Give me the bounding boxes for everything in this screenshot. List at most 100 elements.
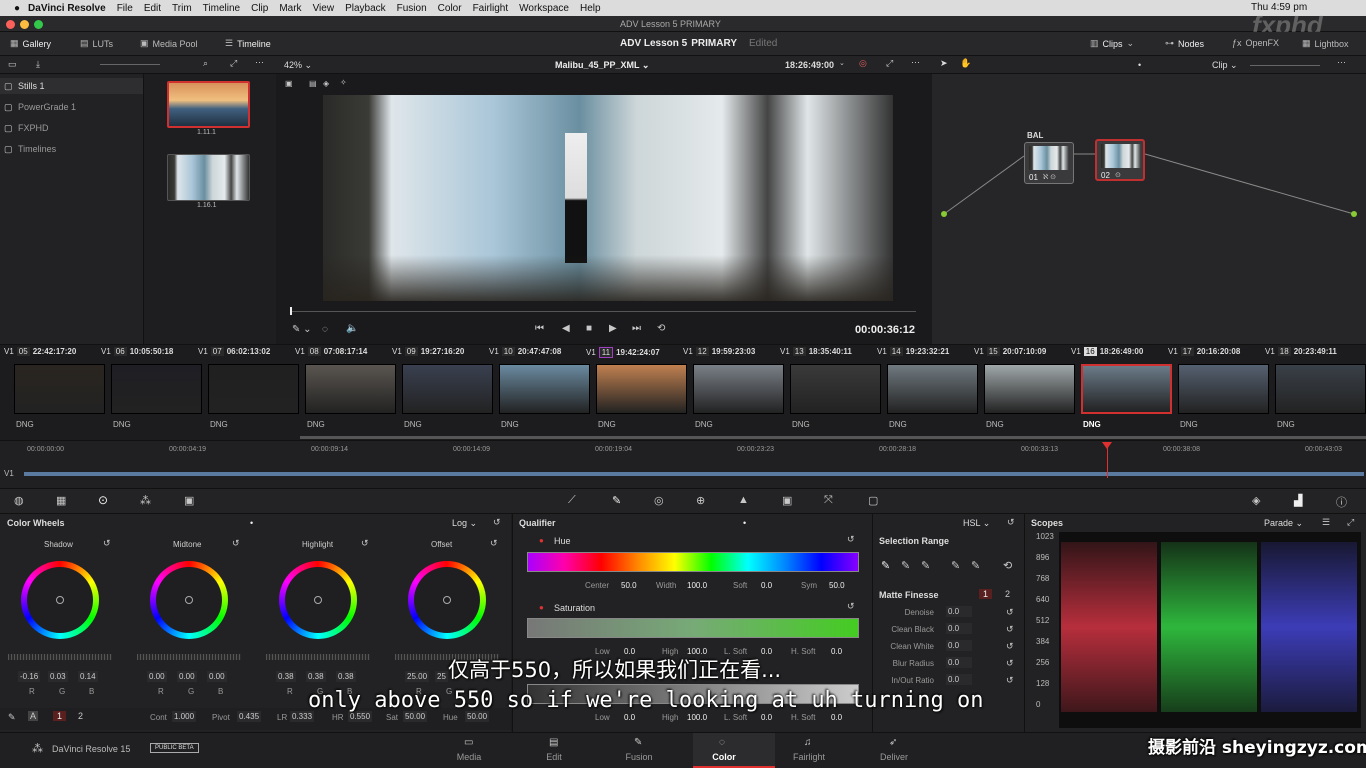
matte-param-value[interactable]: 0.0 [946, 606, 972, 617]
menu-timeline[interactable]: Timeline [203, 3, 240, 14]
album-item-powergrade[interactable]: ▢ PowerGrade 1 [0, 100, 143, 116]
fullscreen-icon[interactable]: ⤢ [230, 58, 237, 69]
menu-color[interactable]: Color [438, 3, 462, 14]
clips-button[interactable]: ▥ Clips ⌄ [1090, 38, 1134, 49]
reset-param-icon[interactable]: ↺ [1006, 624, 1014, 635]
contrast-value[interactable]: 1.000 [172, 711, 197, 722]
sym-value[interactable]: 50.0 [829, 581, 845, 590]
info-icon[interactable]: ⓘ [1336, 494, 1347, 510]
luts-button[interactable]: ▤ LUTs [80, 38, 113, 49]
pivot-value[interactable]: 0.435 [237, 711, 262, 722]
viewer-mode-icon[interactable]: ▣ [285, 79, 293, 88]
reset-wheel-icon[interactable]: ↺ [103, 538, 111, 549]
nodes-button[interactable]: ⊶ Nodes [1165, 38, 1204, 49]
wheel-value[interactable]: 0.00 [177, 671, 197, 682]
media-pool-button[interactable]: ▣ Media Pool [140, 38, 198, 49]
reset-param-icon[interactable]: ↺ [1006, 675, 1014, 686]
play-reverse-icon[interactable]: ◀ [562, 323, 570, 334]
grab-still-icon[interactable]: ⤓ [36, 59, 40, 70]
saturation-gradient-bar[interactable] [527, 618, 859, 638]
menu-file[interactable]: File [117, 3, 133, 14]
viewer-scrubber[interactable] [290, 311, 916, 312]
lightbox-button[interactable]: ▦ Lightbox [1302, 38, 1349, 49]
page-1-button[interactable]: 1 [53, 711, 67, 721]
picker-icon[interactable]: ✎ ⌄ [292, 324, 312, 335]
wheel-center-handle[interactable] [443, 596, 451, 604]
timeline-button[interactable]: ☰ Timeline [225, 38, 271, 49]
menu-edit[interactable]: Edit [144, 3, 161, 14]
apple-icon[interactable]: ● [14, 3, 20, 14]
node-02[interactable]: 02 ⊙ [1095, 139, 1145, 181]
timeline-track[interactable] [24, 472, 1364, 476]
clip-thumbnail[interactable] [499, 364, 590, 414]
window-icon[interactable]: ◎ [654, 494, 664, 507]
invert-icon[interactable]: ⟲ [1003, 559, 1012, 572]
reset-param-icon[interactable]: ↺ [1006, 658, 1014, 669]
hand-icon[interactable]: ✋ [960, 58, 971, 69]
layers-icon[interactable]: ◈ [323, 79, 329, 88]
clip-thumbnail[interactable] [790, 364, 881, 414]
menu-mark[interactable]: Mark [279, 3, 301, 14]
magic-wand-icon[interactable]: ✧ [340, 78, 347, 87]
blur-icon[interactable]: ▲ [738, 494, 749, 506]
matte-param-value[interactable]: 0.0 [946, 657, 972, 668]
wheel-value[interactable]: 0.14 [78, 671, 98, 682]
viewer-playhead[interactable] [290, 307, 292, 315]
pointer-icon[interactable]: ➤ [940, 58, 948, 69]
scope-expand-icon[interactable]: ⤢ [1347, 517, 1354, 528]
camera-raw-icon[interactable]: ◍ [14, 494, 24, 507]
picker-tool-icon[interactable]: ✎ [8, 712, 16, 723]
master-wheel-slider[interactable] [8, 654, 112, 660]
clip-thumbnail[interactable] [984, 364, 1075, 414]
lum-hsoft-value[interactable]: 0.0 [831, 713, 842, 722]
reset-param-icon[interactable]: ↺ [1006, 641, 1014, 652]
reset-wheel-icon[interactable]: ↺ [232, 538, 240, 549]
more-nodes-icon[interactable]: ⋯ [1337, 57, 1346, 68]
clip-thumbnail[interactable] [596, 364, 687, 414]
zoom-window-button[interactable] [34, 20, 43, 29]
sat-enable-icon[interactable]: ● [539, 603, 544, 612]
wheel-value[interactable]: 0.38 [276, 671, 296, 682]
clip-thumbnail[interactable] [887, 364, 978, 414]
color-match-icon[interactable]: ▦ [56, 494, 66, 507]
clip-thumbnail[interactable] [14, 364, 105, 414]
album-item-stills-1[interactable]: ▢ Stills 1 [0, 78, 143, 94]
minimize-window-button[interactable] [20, 20, 29, 29]
lum-low-value[interactable]: 0.0 [624, 713, 635, 722]
skip-back-icon[interactable]: ⏮ [535, 323, 544, 334]
reset-all-icon[interactable]: ↺ [493, 517, 501, 528]
album-item-timelines[interactable]: ▢ Timelines [0, 142, 143, 158]
scope-settings-icon[interactable]: ☰ [1322, 517, 1330, 528]
page-edit-button[interactable]: Edit [524, 752, 584, 762]
width-value[interactable]: 100.0 [687, 581, 707, 590]
gang-select[interactable]: ⌄ [839, 59, 845, 67]
feather-minus-icon[interactable]: ✎ [951, 559, 960, 572]
wheel-value[interactable]: 0.00 [147, 671, 167, 682]
clip-scrollbar[interactable] [300, 436, 1366, 439]
sidebar-toggle-icon[interactable]: ▭ [8, 59, 17, 70]
matte-page-1-button[interactable]: 1 [979, 589, 993, 599]
hue-enable-icon[interactable]: ● [539, 536, 544, 545]
wheel-value[interactable]: 0.03 [48, 671, 68, 682]
openfx-button[interactable]: ƒx OpenFX [1232, 38, 1279, 48]
clip-thumbnail[interactable] [305, 364, 396, 414]
close-window-button[interactable] [6, 20, 15, 29]
menu-fairlight[interactable]: Fairlight [473, 3, 509, 14]
clip-thumbnail[interactable] [111, 364, 202, 414]
eyedropper-plus-icon[interactable]: ✎ [921, 559, 930, 572]
more-viewer-icon[interactable]: ⋯ [911, 57, 920, 68]
color-wheels-icon[interactable]: ⊙ [98, 493, 108, 507]
matte-param-value[interactable]: 0.0 [946, 623, 972, 634]
reset-hue-icon[interactable]: ↺ [847, 534, 855, 545]
clip-thumbnail[interactable] [402, 364, 493, 414]
lightbox-toggle-icon[interactable]: ◈ [1252, 494, 1260, 507]
wheel-value[interactable]: 25.00 [405, 671, 430, 682]
search-icon[interactable]: ⌕ [203, 58, 208, 69]
node-zoom-slider[interactable] [1250, 65, 1320, 66]
clip-thumbnail[interactable] [693, 364, 784, 414]
page-deliver-button[interactable]: Deliver [864, 752, 924, 762]
wheel-mode-select[interactable]: Log ⌄ [452, 518, 477, 529]
menu-workspace[interactable]: Workspace [519, 3, 569, 14]
wheel-value[interactable]: -0.16 [18, 671, 41, 682]
qualifier-icon[interactable]: ✎ [612, 494, 621, 507]
